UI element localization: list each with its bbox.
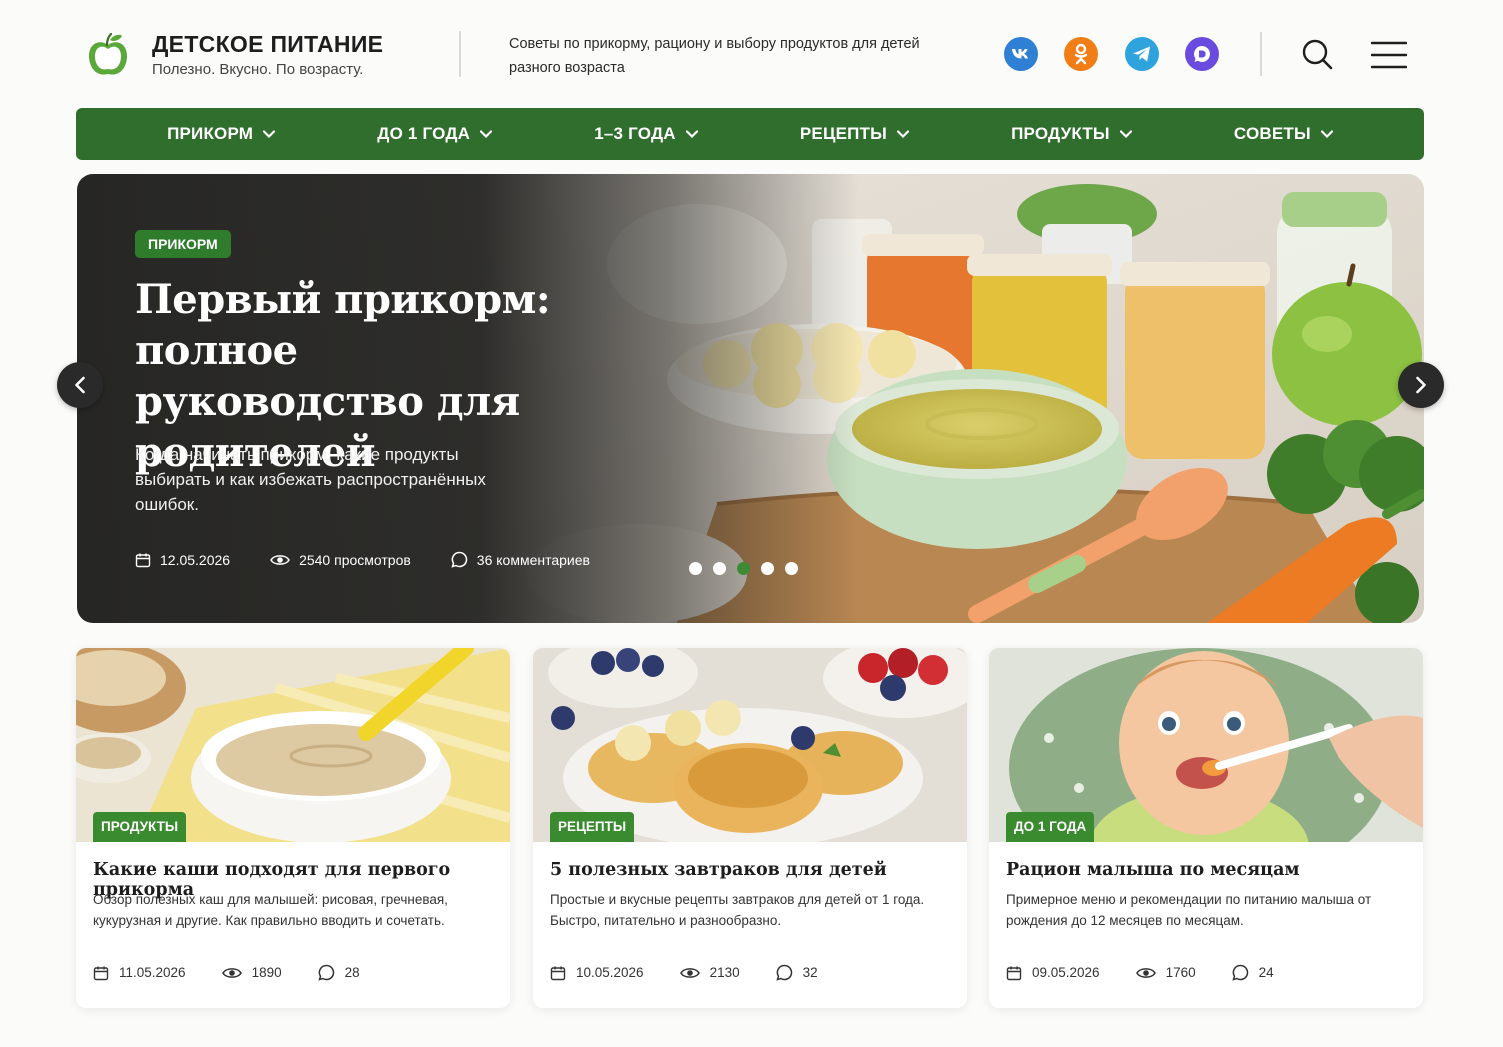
ok-icon[interactable]: [1064, 37, 1098, 71]
nav-item-label: РЕЦЕПТЫ: [799, 124, 887, 143]
nav-item-label: ПРИКОРМ: [167, 124, 254, 143]
article-card[interactable]: ПРОДУКТЫ Какие каши подходят для первого…: [76, 648, 510, 1008]
chevron-down-icon: [685, 130, 698, 138]
card-date-text: 09.05.2026: [1032, 965, 1100, 980]
nav-item-prikorm[interactable]: ПРИКОРМ: [167, 124, 276, 144]
apple-logo-icon[interactable]: [86, 31, 130, 79]
eye-icon: [1135, 967, 1156, 978]
card-category-badge[interactable]: ПРОДУКТЫ: [93, 812, 187, 842]
card-title[interactable]: 5 полезных завтраков для детей: [550, 860, 960, 880]
nav-item-label: СОВЕТЫ: [1233, 124, 1311, 143]
card-comments[interactable]: 28: [317, 964, 360, 981]
card-date-text: 11.05.2026: [119, 965, 186, 980]
hero-slider[interactable]: ПРИКОРМ Первый прикорм: полное руководст…: [77, 174, 1424, 623]
calendar-icon: [550, 966, 566, 980]
brand-title[interactable]: ДЕТСКОЕ ПИТАНИЕ: [152, 31, 383, 58]
slider-dots: [689, 562, 798, 575]
card-category-badge[interactable]: ДО 1 ГОДА: [1006, 812, 1095, 842]
site-tagline: Советы по прикорму, рациону и выбору про…: [509, 36, 920, 76]
card-meta: 09.05.2026 1760 24: [1006, 964, 1274, 981]
hero-comments-text: 36 комментариев: [476, 551, 590, 568]
card-meta: 11.05.2026 1890 28: [93, 964, 360, 981]
card-comments[interactable]: 32: [775, 964, 818, 981]
card-comments-text: 24: [1258, 965, 1274, 980]
hero-date: 12.05.2026: [135, 551, 230, 568]
calendar-icon: [135, 553, 151, 567]
card-views-text: 1760: [1165, 965, 1196, 980]
nav-item-do-1-goda[interactable]: ДО 1 ГОДА: [377, 124, 493, 144]
hero-meta: 12.05.2026 2540 просмотров 36 комментари…: [135, 551, 590, 568]
comment-icon: [1231, 964, 1248, 981]
nav-item-produkty[interactable]: ПРОДУКТЫ: [1011, 124, 1132, 144]
card-description: Обзор полезных каш для малышей: рисовая,…: [93, 892, 448, 928]
calendar-icon: [1006, 966, 1022, 980]
chevron-right-icon: [1416, 376, 1426, 394]
card-date: 11.05.2026: [93, 964, 186, 981]
chevron-down-icon: [263, 130, 276, 138]
site-header: ДЕТСКОЕ ПИТАНИЕ Полезно. Вкусно. По возр…: [0, 0, 1503, 108]
nav-item-sovety[interactable]: СОВЕТЫ: [1234, 124, 1333, 144]
card-views-text: 2130: [709, 965, 740, 980]
hero-category-badge[interactable]: ПРИКОРМ: [135, 230, 231, 258]
comment-icon: [317, 964, 334, 981]
card-date-text: 10.05.2026: [576, 965, 644, 980]
slider-next-button[interactable]: [1398, 362, 1444, 408]
search-icon[interactable]: [1300, 37, 1334, 71]
card-description: Простые и вкусные рецепты завтраков для …: [550, 892, 925, 928]
nav-item-label: ДО 1 ГОДА: [377, 124, 471, 143]
chevron-down-icon: [1320, 130, 1333, 138]
slider-dot[interactable]: [713, 562, 726, 575]
card-views: 1890: [221, 964, 282, 981]
eye-icon: [270, 554, 290, 565]
eye-icon: [221, 967, 242, 978]
eye-icon: [679, 967, 700, 978]
card-comments-text: 28: [344, 965, 360, 980]
card-date: 10.05.2026: [550, 964, 644, 981]
slider-dot-active[interactable]: [737, 562, 750, 575]
nav-item-label: 1–3 ГОДА: [594, 124, 676, 143]
hero-comments[interactable]: 36 комментариев: [451, 551, 590, 568]
hero-views: 2540 просмотров: [270, 551, 411, 568]
vk-icon[interactable]: [1004, 37, 1038, 71]
article-card[interactable]: ДО 1 ГОДА Рацион малыша по месяцам Приме…: [989, 648, 1423, 1008]
slider-dot[interactable]: [689, 562, 702, 575]
main-nav: ПРИКОРМ ДО 1 ГОДА 1–3 ГОДА РЕЦЕПТЫ ПРОДУ…: [76, 108, 1424, 160]
header-divider: [459, 31, 461, 77]
slider-dot[interactable]: [785, 562, 798, 575]
chevron-left-icon: [75, 376, 85, 394]
card-description: Примерное меню и рекомендации по питанию…: [1006, 892, 1372, 928]
card-comments-text: 32: [802, 965, 818, 980]
slider-dot[interactable]: [761, 562, 774, 575]
card-views: 1760: [1135, 964, 1196, 981]
telegram-icon[interactable]: [1125, 37, 1159, 71]
card-views-text: 1890: [251, 965, 282, 980]
nav-item-1-3-goda[interactable]: 1–3 ГОДА: [594, 124, 698, 144]
hero-date-text: 12.05.2026: [160, 551, 231, 568]
article-card[interactable]: РЕЦЕПТЫ 5 полезных завтраков для детей П…: [533, 648, 967, 1008]
comment-icon: [451, 551, 468, 568]
chevron-down-icon: [1119, 130, 1132, 138]
card-meta: 10.05.2026 2130 32: [550, 964, 818, 981]
card-comments[interactable]: 24: [1231, 964, 1274, 981]
hero-views-text: 2540 просмотров: [299, 551, 411, 568]
card-views: 2130: [679, 964, 740, 981]
header-divider: [1260, 32, 1262, 76]
card-category-badge[interactable]: РЕЦЕПТЫ: [550, 812, 635, 842]
slider-prev-button[interactable]: [57, 362, 103, 408]
calendar-icon: [93, 966, 109, 980]
nav-item-recepty[interactable]: РЕЦЕПТЫ: [800, 124, 909, 144]
card-date: 09.05.2026: [1006, 964, 1100, 981]
comment-icon: [775, 964, 792, 981]
hero-description: Когда начинать прикорм, какие продукты в…: [135, 445, 486, 514]
nav-item-label: ПРОДУКТЫ: [1011, 124, 1110, 143]
brand-subtitle: Полезно. Вкусно. По возрасту.: [152, 61, 364, 78]
max-icon[interactable]: [1185, 37, 1219, 71]
hamburger-menu-icon[interactable]: [1371, 41, 1407, 69]
chevron-down-icon: [896, 130, 909, 138]
chevron-down-icon: [480, 130, 493, 138]
card-title[interactable]: Рацион малыша по месяцам: [1006, 860, 1416, 880]
